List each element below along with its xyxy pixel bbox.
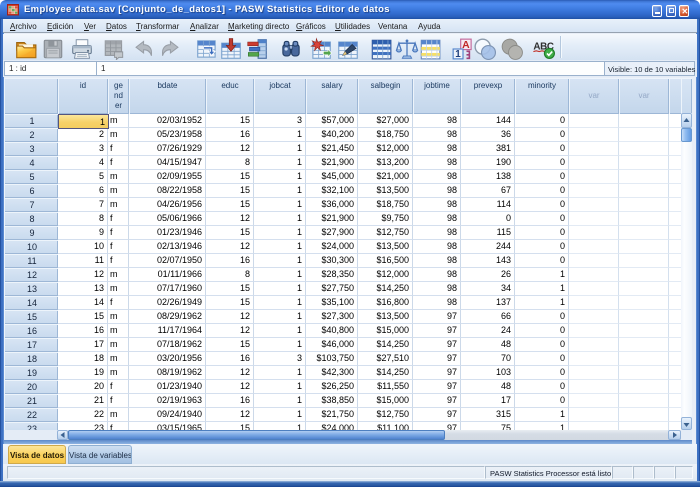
svg-text:1: 1: [455, 49, 461, 60]
